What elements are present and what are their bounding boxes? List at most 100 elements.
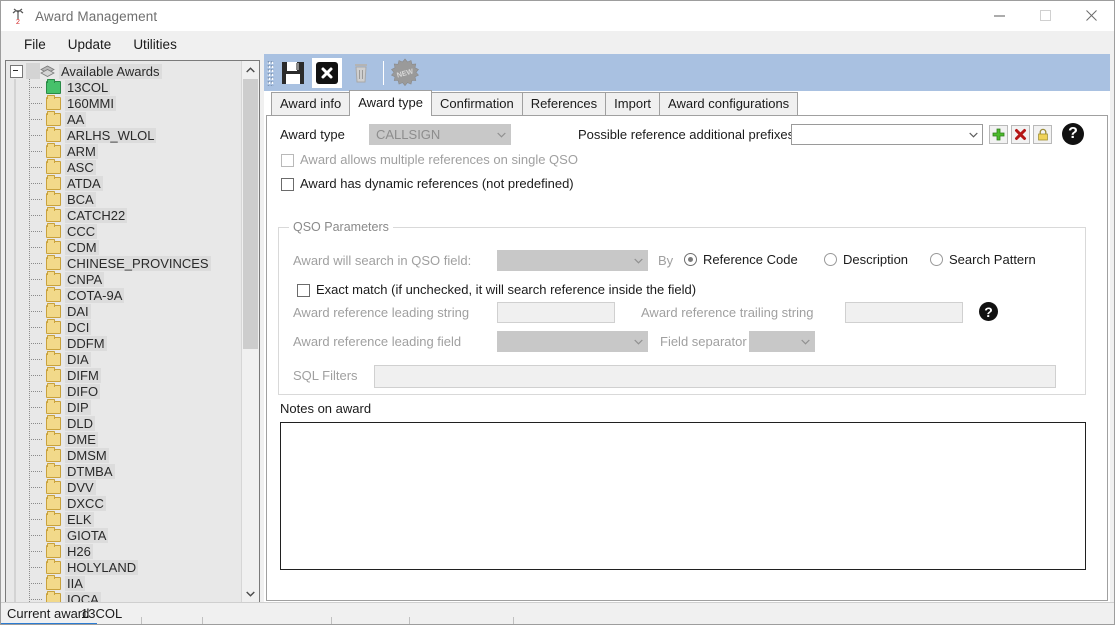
new-button[interactable]: NEW [390, 58, 420, 88]
save-button[interactable] [278, 58, 308, 88]
tree-item[interactable]: IIA [6, 574, 242, 591]
tree-item[interactable]: DLD [6, 414, 242, 431]
tree-indent [10, 191, 24, 207]
folder-icon [46, 142, 61, 158]
field-separator-select[interactable] [749, 331, 815, 352]
folder-icon [46, 158, 61, 174]
tree-branch-line [24, 271, 46, 287]
radio-reference-code[interactable] [684, 253, 697, 266]
tree-item[interactable]: CDM [6, 238, 242, 255]
leading-string-input[interactable] [497, 302, 615, 323]
tree-indent [10, 511, 24, 527]
scrollbar-track[interactable] [243, 349, 258, 584]
tree-item-label: GIOTA [65, 527, 109, 543]
sql-filters-input[interactable] [374, 365, 1056, 388]
tree-item[interactable]: DTMBA [6, 462, 242, 479]
tree-scrollbar[interactable] [241, 61, 259, 602]
tree-item[interactable]: H26 [6, 542, 242, 559]
scrollbar-thumb[interactable] [243, 79, 258, 349]
menu-utilities[interactable]: Utilities [122, 33, 188, 56]
tree-item[interactable]: ARLHS_WLOL [6, 126, 242, 143]
tree-item-label: COTA-9A [65, 287, 125, 303]
tree-item[interactable]: ASC [6, 158, 242, 175]
tree-item[interactable]: DVV [6, 478, 242, 495]
awards-tree[interactable]: Available Awards 13COL 160MMI AA ARLHS_WLOL… [6, 61, 242, 602]
tree-item[interactable]: CHINESE_PROVINCES [6, 254, 242, 271]
tree-item[interactable]: 13COL [6, 78, 242, 95]
tree-item[interactable]: DAI [6, 302, 242, 319]
tab-references[interactable]: References [521, 92, 607, 116]
menu-update[interactable]: Update [57, 33, 123, 56]
tab-award-type[interactable]: Award type [349, 90, 432, 116]
tree-item[interactable]: ELK [6, 510, 242, 527]
by-label: By [658, 253, 674, 268]
radio-description[interactable] [824, 253, 837, 266]
tree-item[interactable]: HOLYLAND [6, 558, 242, 575]
tree-item[interactable]: ATDA [6, 174, 242, 191]
tree-item[interactable]: AA [6, 110, 242, 127]
notes-label: Notes on award [280, 401, 372, 416]
scroll-up-icon[interactable] [242, 61, 259, 78]
tree-item[interactable]: 160MMI [6, 94, 242, 111]
allow-multiple-checkbox[interactable] [281, 154, 294, 167]
tab-strip: Award info Award type Confirmation Referenc… [264, 90, 1110, 116]
tree-item[interactable]: ARM [6, 142, 242, 159]
award-type-select[interactable]: CALLSIGN [369, 124, 511, 145]
prefix-lock-button[interactable] [1033, 125, 1052, 144]
tab-award-configurations[interactable]: Award configurations [659, 92, 799, 116]
tree-item[interactable]: DIFM [6, 366, 242, 383]
dynamic-references-checkbox[interactable] [281, 178, 294, 191]
tree-item[interactable]: CNPA [6, 270, 242, 287]
tree-item[interactable]: DDFM [6, 334, 242, 351]
tab-award-info[interactable]: Award info [271, 92, 351, 116]
scroll-down-icon[interactable] [242, 585, 259, 602]
toolbar-separator [383, 60, 384, 85]
leading-field-select[interactable] [497, 331, 648, 352]
menu-file[interactable]: File [13, 33, 57, 56]
tree-branch-line [24, 351, 46, 367]
prefixes-select[interactable] [791, 124, 983, 145]
cancel-button[interactable] [312, 57, 342, 88]
exact-match-checkbox[interactable] [297, 284, 310, 297]
tree-indent [10, 255, 24, 271]
tab-confirmation[interactable]: Confirmation [430, 92, 523, 116]
notes-textarea[interactable] [280, 422, 1086, 570]
tree-expander-icon[interactable] [10, 64, 23, 78]
tree-item[interactable]: DXCC [6, 494, 242, 511]
tree-indent [10, 495, 24, 511]
toolbar-grip[interactable] [267, 59, 274, 86]
radio-search-pattern[interactable] [930, 253, 943, 266]
tree-item[interactable]: COTA-9A [6, 286, 242, 303]
delete-button[interactable] [346, 58, 376, 88]
tree-item[interactable]: CATCH22 [6, 206, 242, 223]
tree-indent [10, 159, 24, 175]
radio-search-pattern-label: Search Pattern [949, 252, 1036, 267]
minimize-button[interactable] [976, 1, 1022, 30]
chevron-down-icon [797, 339, 814, 345]
tree-item[interactable]: DMSM [6, 446, 242, 463]
tree-branch-line [24, 431, 46, 447]
prefix-add-button[interactable] [989, 125, 1008, 144]
tree-branch-line [24, 223, 46, 239]
tree-root-available-awards[interactable]: Available Awards [6, 63, 242, 79]
prefix-delete-button[interactable] [1011, 125, 1030, 144]
tree-item[interactable]: GIOTA [6, 526, 242, 543]
tree-branch-line [24, 175, 46, 191]
tree-item[interactable]: DCI [6, 318, 242, 335]
tree-item[interactable]: DIA [6, 350, 242, 367]
tree-item-label: ELK [65, 511, 94, 527]
tree-item-label: BCA [65, 191, 96, 207]
tree-item[interactable]: DME [6, 430, 242, 447]
help-question-icon[interactable]: ? [979, 302, 998, 321]
tree-item[interactable]: DIFO [6, 382, 242, 399]
tree-item[interactable]: BCA [6, 190, 242, 207]
trailing-string-input[interactable] [845, 302, 963, 323]
tree-item[interactable]: DIP [6, 398, 242, 415]
close-button[interactable] [1068, 1, 1114, 30]
help-question-icon[interactable]: ? [1062, 123, 1084, 145]
tab-import[interactable]: Import [605, 92, 661, 116]
tree-item[interactable]: CCC [6, 222, 242, 239]
tree-item[interactable]: IOCA [6, 590, 242, 602]
search-field-select[interactable] [497, 250, 648, 271]
maximize-button[interactable] [1022, 1, 1068, 30]
